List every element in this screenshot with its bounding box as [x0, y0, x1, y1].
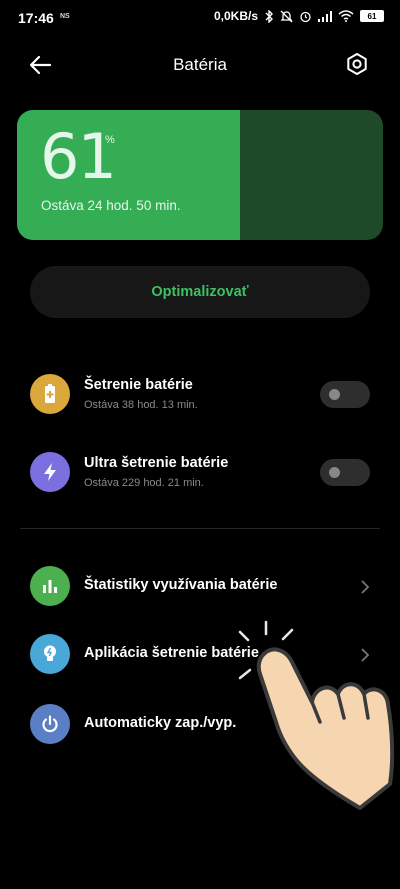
- toggle-knob: [329, 467, 340, 478]
- status-time: 17:46: [18, 10, 54, 26]
- lightbulb-icon: [30, 634, 70, 674]
- status-indicators: 0,0KB/s 61: [214, 9, 384, 23]
- battery-saver-title: Šetrenie batérie: [84, 377, 193, 393]
- battery-usage-stats-row[interactable]: Štatistiky využívania batérie: [0, 558, 400, 618]
- battery-percent: 61: [40, 120, 117, 193]
- gear-hexagon-icon: [347, 53, 367, 75]
- network-speed: 0,0KB/s: [213, 9, 258, 23]
- page-title: Batéria: [173, 55, 227, 74]
- power-icon: [30, 704, 70, 744]
- bluetooth-icon: [265, 9, 273, 23]
- battery-saver-toggle[interactable]: [320, 381, 370, 408]
- auto-on-off-title: Automaticky zap./vyp.: [84, 715, 237, 731]
- battery-indicator: 61: [360, 10, 384, 22]
- header: Batéria: [0, 40, 400, 90]
- alarm-off-icon: [280, 10, 293, 22]
- battery-saver-row[interactable]: Šetrenie batérie Ostáva 38 hod. 13 min.: [0, 366, 400, 426]
- alarm-clock-icon: [300, 11, 311, 22]
- ultra-battery-saver-row[interactable]: Ultra šetrenie batérie Ostáva 229 hod. 2…: [0, 444, 400, 504]
- chevron-right-icon: [361, 580, 370, 594]
- battery-saver-apps-title: Aplikácia šetrenie batérie: [84, 645, 259, 661]
- battery-saver-apps-row[interactable]: Aplikácia šetrenie batérie: [0, 626, 400, 686]
- section-divider: [20, 528, 380, 529]
- lightning-icon: [30, 452, 70, 492]
- settings-button[interactable]: [344, 51, 370, 77]
- battery-saver-icon: [30, 374, 70, 414]
- wifi-icon: [338, 10, 354, 22]
- status-bar: 17:46 NS 0,0KB/s 61: [0, 0, 400, 36]
- toggle-knob: [329, 389, 340, 400]
- bar-chart-icon: [30, 566, 70, 606]
- battery-percent-sign: %: [105, 134, 115, 146]
- signal-icon: [318, 10, 332, 22]
- optimize-button[interactable]: Optimalizovať: [30, 266, 370, 318]
- status-carrier-tag: NS: [60, 13, 70, 20]
- ultra-battery-saver-title: Ultra šetrenie batérie: [84, 455, 229, 471]
- ultra-battery-saver-subtitle: Ostáva 229 hod. 21 min.: [84, 477, 204, 489]
- battery-remaining-time: Ostáva 24 hod. 50 min.: [41, 198, 181, 213]
- chevron-right-icon: [361, 648, 370, 662]
- auto-on-off-row[interactable]: Automaticky zap./vyp.: [0, 696, 400, 756]
- battery-saver-subtitle: Ostáva 38 hod. 13 min.: [84, 399, 198, 411]
- battery-usage-stats-title: Štatistiky využívania batérie: [84, 577, 278, 593]
- ultra-battery-saver-toggle[interactable]: [320, 459, 370, 486]
